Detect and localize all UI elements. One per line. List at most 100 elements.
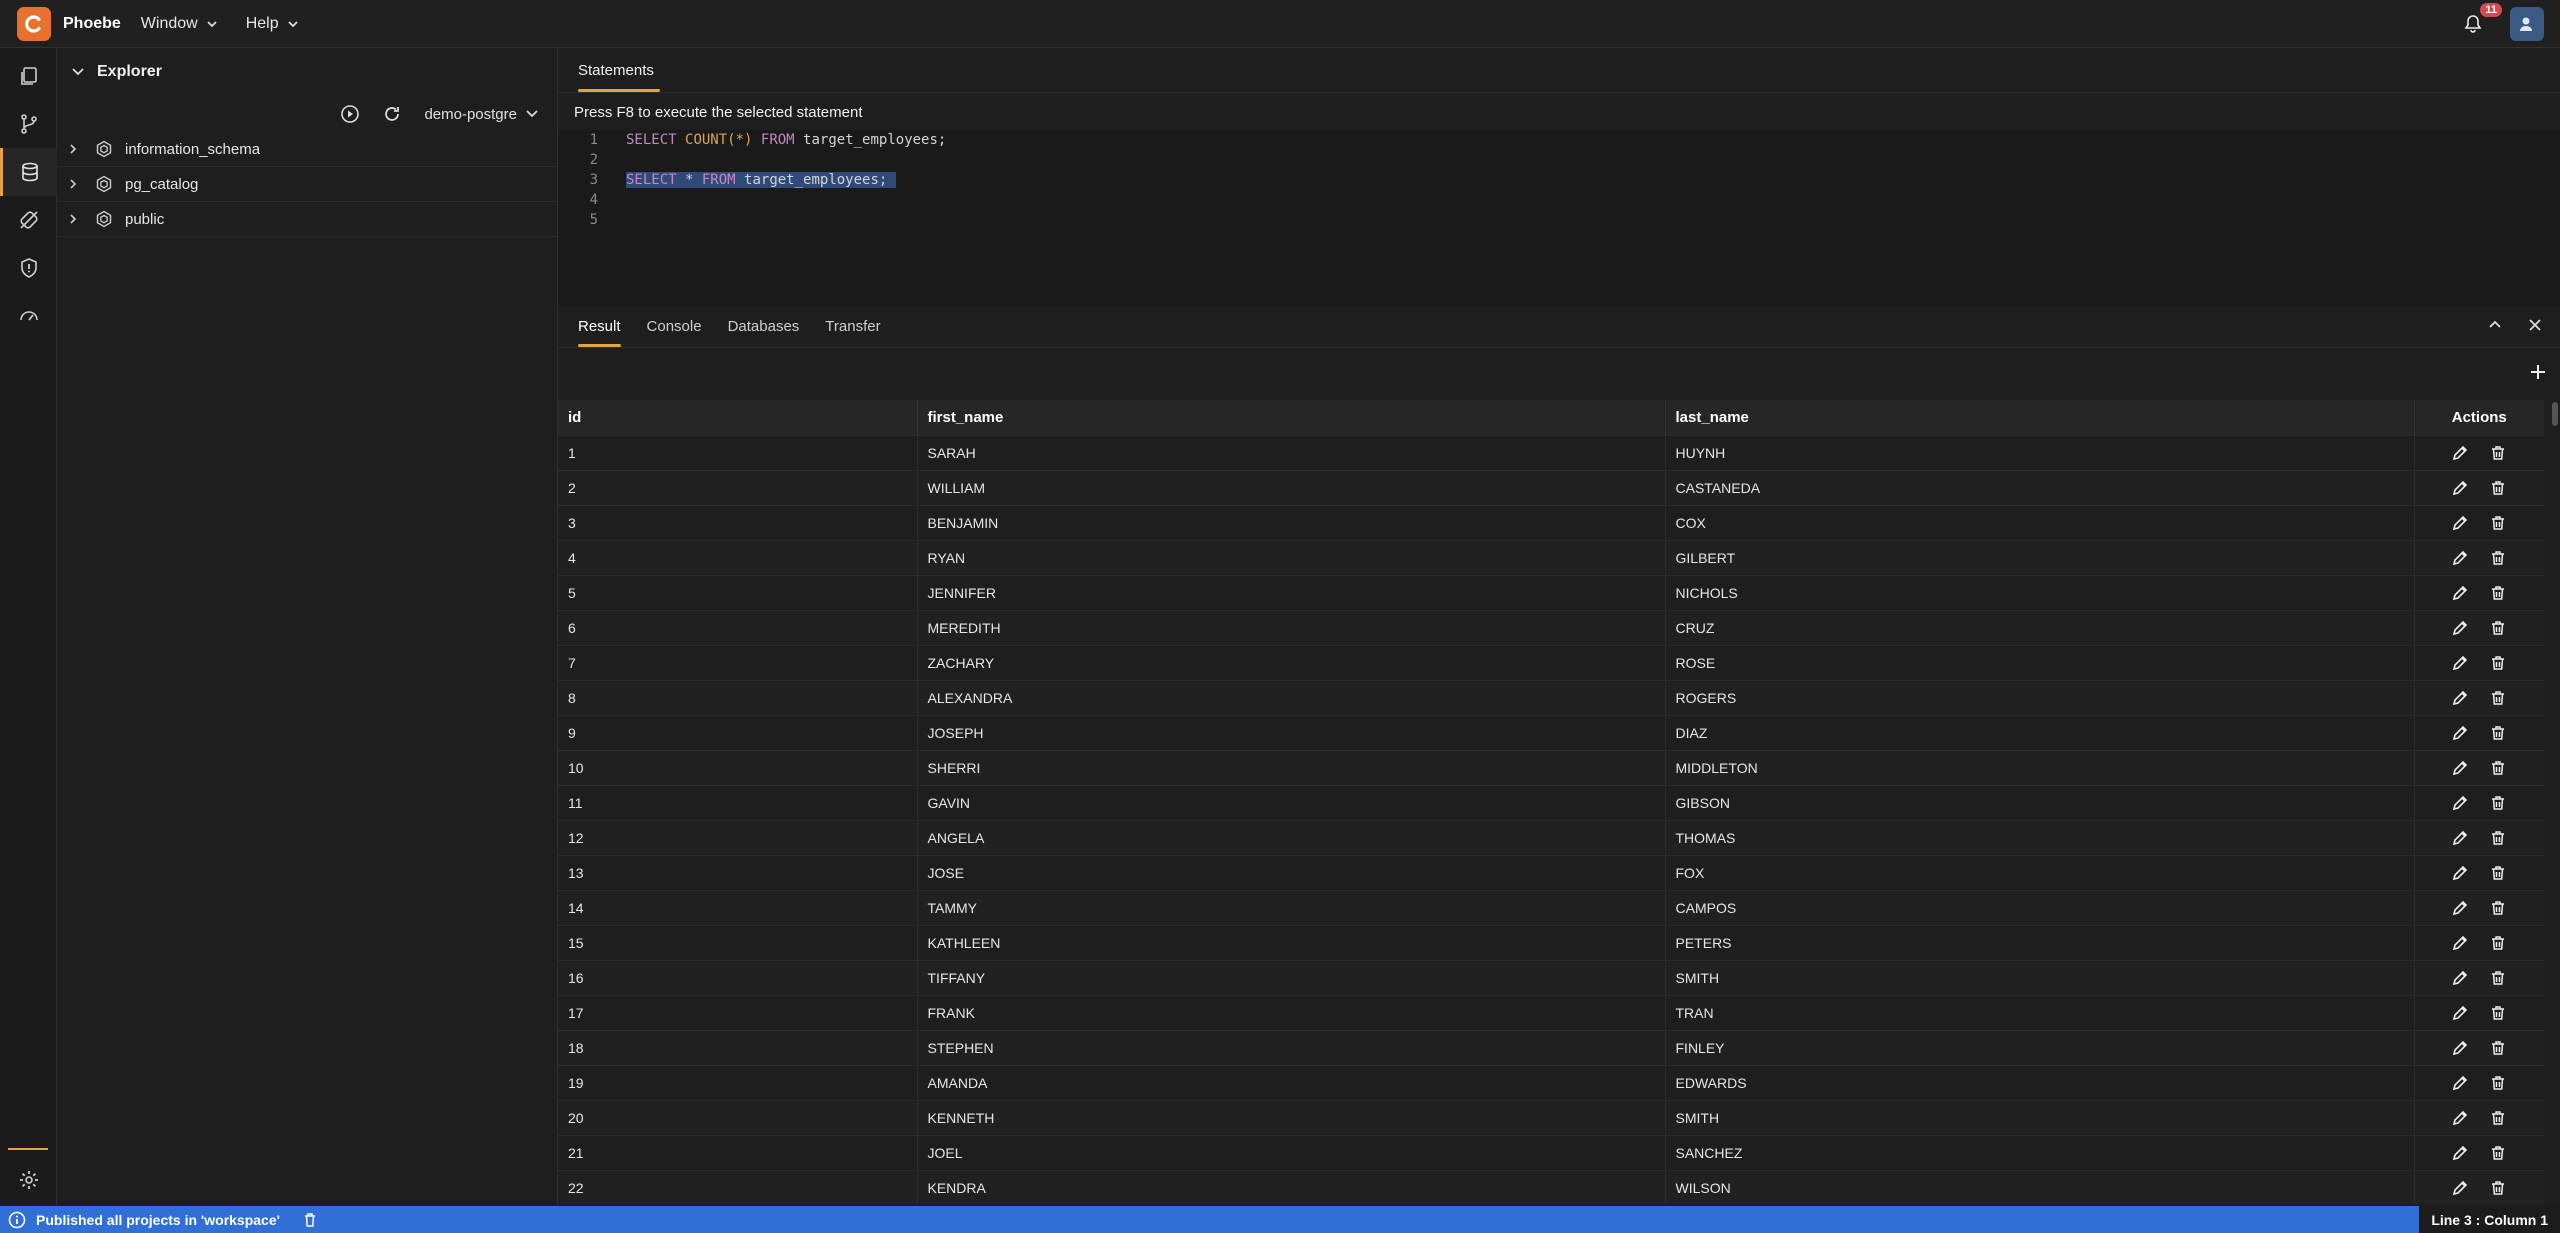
code-line[interactable]: SELECT * FROM target_employees; [626,172,896,188]
chevron-down-icon[interactable] [71,65,85,79]
table-row[interactable]: 2 WILLIAM CASTANEDA [558,469,2544,505]
edit-icon[interactable] [2451,1109,2469,1127]
app-logo[interactable] [17,6,51,41]
delete-icon[interactable] [2489,1074,2507,1092]
run-icon[interactable] [340,104,360,124]
delete-icon[interactable] [2489,444,2507,462]
cell-first-name[interactable]: STEPHEN [917,1029,1666,1065]
cell-id[interactable]: 12 [558,819,918,855]
cell-first-name[interactable]: SHERRI [917,749,1666,785]
cell-first-name[interactable]: KENDRA [917,1169,1666,1205]
table-row[interactable]: 7 ZACHARY ROSE [558,644,2544,680]
cell-last-name[interactable]: COX [1665,504,2415,540]
edit-icon[interactable] [2451,689,2469,707]
cell-last-name[interactable]: SMITH [1665,959,2415,995]
delete-icon[interactable] [2489,584,2507,602]
menu-help[interactable]: Help [246,15,301,33]
delete-icon[interactable] [2489,934,2507,952]
cell-last-name[interactable]: SANCHEZ [1665,1134,2415,1170]
edit-icon[interactable] [2451,759,2469,777]
table-row[interactable]: 12 ANGELA THOMAS [558,819,2544,855]
sql-editor[interactable]: 1 SELECT COUNT(*) FROM target_employees; 2… [558,130,2560,306]
delete-icon[interactable] [2489,829,2507,847]
connection-selector[interactable]: demo-postgre [424,106,539,123]
rail-security[interactable] [0,244,57,292]
table-row[interactable]: 20 KENNETH SMITH [558,1099,2544,1135]
close-icon[interactable] [2526,316,2544,334]
cell-first-name[interactable]: SARAH [917,434,1666,470]
cell-id[interactable]: 18 [558,1029,918,1065]
refresh-icon[interactable] [382,104,402,124]
rail-integrations[interactable] [0,196,57,244]
cell-first-name[interactable]: TAMMY [917,889,1666,925]
chevron-right-icon[interactable] [67,178,81,190]
cell-id[interactable]: 17 [558,994,918,1030]
cell-id[interactable]: 21 [558,1134,918,1170]
cell-id[interactable]: 8 [558,679,918,715]
user-avatar[interactable] [2510,7,2544,41]
trash-icon[interactable] [302,1212,318,1228]
edit-icon[interactable] [2451,584,2469,602]
cell-last-name[interactable]: ROSE [1665,644,2415,680]
cell-last-name[interactable]: GILBERT [1665,539,2415,575]
cell-first-name[interactable]: JOSEPH [917,714,1666,750]
cell-id[interactable]: 6 [558,609,918,645]
cell-last-name[interactable]: NICHOLS [1665,574,2415,610]
delete-icon[interactable] [2489,759,2507,777]
edit-icon[interactable] [2451,479,2469,497]
delete-icon[interactable] [2489,479,2507,497]
edit-icon[interactable] [2451,969,2469,987]
cell-last-name[interactable]: MIDDLETON [1665,749,2415,785]
cell-id[interactable]: 22 [558,1169,918,1205]
cell-last-name[interactable]: CRUZ [1665,609,2415,645]
column-header-id[interactable]: id [558,400,918,435]
delete-icon[interactable] [2489,689,2507,707]
cell-last-name[interactable]: TRAN [1665,994,2415,1030]
cell-last-name[interactable]: HUYNH [1665,434,2415,470]
notifications-button[interactable]: 11 [2460,3,2502,37]
cell-id[interactable]: 3 [558,504,918,540]
table-row[interactable]: 17 FRANK TRAN [558,994,2544,1030]
delete-icon[interactable] [2489,619,2507,637]
tab-console[interactable]: Console [647,318,702,335]
cell-first-name[interactable]: ZACHARY [917,644,1666,680]
cell-id[interactable]: 14 [558,889,918,925]
delete-icon[interactable] [2489,654,2507,672]
table-row[interactable]: 6 MEREDITH CRUZ [558,609,2544,645]
chevron-up-icon[interactable] [2486,316,2504,334]
column-header-first-name[interactable]: first_name [917,400,1666,435]
cell-first-name[interactable]: WILLIAM [917,469,1666,505]
explorer-header[interactable]: Explorer [57,48,557,96]
table-row[interactable]: 11 GAVIN GIBSON [558,784,2544,820]
chevron-right-icon[interactable] [67,143,81,155]
cell-first-name[interactable]: FRANK [917,994,1666,1030]
cell-id[interactable]: 5 [558,574,918,610]
table-row[interactable]: 1 SARAH HUYNH [558,434,2544,470]
delete-icon[interactable] [2489,969,2507,987]
chevron-right-icon[interactable] [67,213,81,225]
edit-icon[interactable] [2451,829,2469,847]
cell-last-name[interactable]: FINLEY [1665,1029,2415,1065]
delete-icon[interactable] [2489,864,2507,882]
schema-item[interactable]: pg_catalog [57,167,557,202]
cell-id[interactable]: 11 [558,784,918,820]
edit-icon[interactable] [2451,864,2469,882]
tab-transfer[interactable]: Transfer [825,318,880,335]
tab-statements[interactable]: Statements [578,62,654,79]
cell-first-name[interactable]: JOEL [917,1134,1666,1170]
edit-icon[interactable] [2451,899,2469,917]
cell-first-name[interactable]: GAVIN [917,784,1666,820]
cell-first-name[interactable]: RYAN [917,539,1666,575]
edit-icon[interactable] [2451,1144,2469,1162]
cell-last-name[interactable]: GIBSON [1665,784,2415,820]
rail-projects[interactable] [0,52,57,100]
cell-first-name[interactable]: MEREDITH [917,609,1666,645]
table-row[interactable]: 8 ALEXANDRA ROGERS [558,679,2544,715]
edit-icon[interactable] [2451,549,2469,567]
rail-database[interactable] [0,148,57,196]
edit-icon[interactable] [2451,794,2469,812]
delete-icon[interactable] [2489,1039,2507,1057]
cell-id[interactable]: 1 [558,434,918,470]
table-row[interactable]: 21 JOEL SANCHEZ [558,1134,2544,1170]
tab-databases[interactable]: Databases [728,318,800,335]
